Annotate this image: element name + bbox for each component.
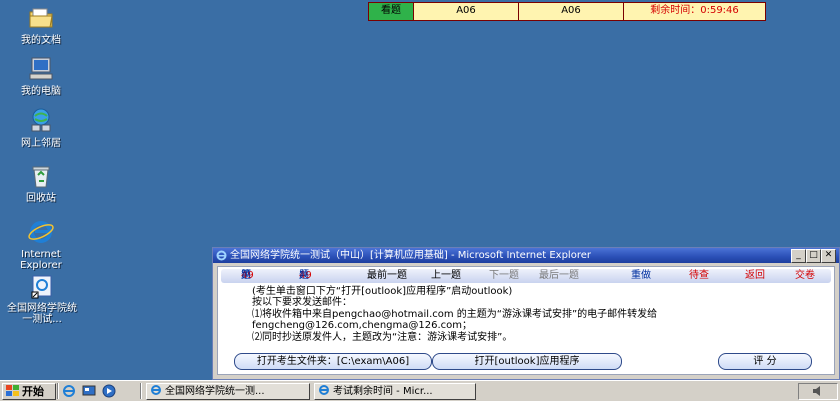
desktop-icon-label: 我的电脑: [21, 86, 61, 97]
close-button[interactable]: ✕: [821, 249, 836, 263]
taskbar-separator: [140, 383, 142, 399]
taskbar-task-label: 考试剩余时间 - Micr...: [333, 386, 433, 397]
start-button[interactable]: 开始: [2, 383, 56, 400]
desktop-icon-exam-shortcut[interactable]: 全国网络学院统一测试...: [4, 272, 80, 325]
remaining-time-label: 剩余时间：: [650, 5, 701, 16]
pending-link[interactable]: 待查: [689, 269, 709, 283]
last-question-link[interactable]: 最后一题: [539, 269, 579, 283]
exam-shortcut-icon: [31, 275, 52, 299]
question-line: ⑴将收件箱中来自pengchao@hotmail.com 的主题为“游泳课考试安…: [252, 308, 658, 320]
internet-explorer-icon: [319, 385, 329, 395]
volume-icon[interactable]: [811, 385, 825, 397]
prev-question-link[interactable]: 上一题: [431, 269, 461, 283]
window-title: 全国网络学院统一测试（中山）[计算机应用基础] - Microsoft Inte…: [230, 250, 591, 261]
question-text: (考生单击窗口下方“打开[outlook]应用程序”启动outlook) 按以下…: [252, 286, 824, 343]
question-line: ⑵同时抄送原发件人，主题改为“注意：游泳课考试安排”。: [252, 331, 513, 343]
desktop-icon-my-documents[interactable]: 我的文档: [5, 4, 77, 46]
question-line: (考生单击窗口下方“打开[outlook]应用程序”启动outlook): [252, 286, 513, 297]
desktop-icon-internet-explorer[interactable]: Internet Explorer: [5, 218, 77, 271]
taskbar-task-label: 全国网络学院统一测...: [165, 386, 265, 397]
question-line: 按以下要求发送邮件：: [252, 297, 352, 309]
remaining-time: 剩余时间：0:59:46: [624, 3, 765, 20]
internet-explorer-icon: [151, 385, 161, 395]
internet-explorer-icon[interactable]: [62, 384, 76, 398]
maximize-button[interactable]: □: [806, 249, 821, 263]
redo-link[interactable]: 重做: [631, 269, 651, 283]
exam-browser-window: 全国网络学院统一测试（中山）[计算机应用基础] - Microsoft Inte…: [212, 247, 840, 380]
score-button[interactable]: 评 分: [718, 353, 812, 370]
exam-status-bar: 看题 A06 A06 剩余时间：0:59:46: [368, 2, 766, 21]
close-icon: ✕: [824, 250, 833, 260]
folder-icon: [29, 8, 53, 28]
total-questions-suffix: 题: [299, 270, 309, 281]
exam-field-1: A06: [414, 3, 519, 20]
open-outlook-button[interactable]: 打开[outlook]应用程序: [432, 353, 622, 370]
remaining-time-value: 0:59:46: [700, 5, 739, 16]
taskbar: 开始 全国网络学院统一测... 考试剩余时间 - Micr...: [0, 380, 840, 401]
show-desktop-icon[interactable]: [82, 384, 96, 398]
desktop-icon-label: 网上邻居: [21, 138, 61, 149]
taskbar-task-timer[interactable]: 考试剩余时间 - Micr...: [314, 383, 476, 400]
recycle-bin-icon: [32, 166, 50, 188]
internet-explorer-icon: [28, 221, 54, 243]
desktop-icon-network[interactable]: 网上邻居: [5, 107, 77, 149]
minimize-icon: _: [796, 250, 801, 260]
internet-explorer-icon: [216, 250, 227, 260]
system-tray: [798, 383, 838, 400]
current-question-suffix: 题: [241, 270, 251, 281]
desktop-icon-label: 回收站: [26, 193, 56, 204]
back-link[interactable]: 返回: [745, 269, 765, 283]
open-exam-folder-button[interactable]: 打开考生文件夹：[C:\exam\A06]: [234, 353, 432, 370]
submit-link[interactable]: 交卷: [795, 269, 815, 283]
desktop-icon-my-computer[interactable]: 我的电脑: [5, 55, 77, 97]
question-nav-bar: 第 49 题 共 49 题 最前一题 上一题 下一题 最后一题 重做 待查 返回 交卷: [221, 269, 831, 283]
exam-field-2: A06: [519, 3, 624, 20]
desktop-icon-label: 我的文档: [21, 35, 61, 46]
desktop-icon-recycle-bin[interactable]: 回收站: [5, 162, 77, 204]
next-question-link[interactable]: 下一题: [489, 269, 519, 283]
taskbar-task-exam[interactable]: 全国网络学院统一测...: [146, 383, 310, 400]
network-icon: [31, 108, 51, 132]
exam-content: 第 49 题 共 49 题 最前一题 上一题 下一题 最后一题 重做 待查 返回 交卷 …: [217, 266, 835, 375]
start-label: 开始: [22, 385, 44, 398]
media-player-icon[interactable]: [102, 384, 116, 398]
desktop-icon-label: Internet Explorer: [20, 249, 62, 271]
computer-icon: [29, 57, 53, 80]
desktop-icon-label: 全国网络学院统一测试...: [7, 303, 77, 325]
minimize-button[interactable]: _: [791, 249, 806, 263]
windows-logo-icon: [6, 385, 19, 396]
window-titlebar[interactable]: 全国网络学院统一测试（中山）[计算机应用基础] - Microsoft Inte…: [213, 248, 839, 263]
first-question-link[interactable]: 最前一题: [367, 269, 407, 283]
maximize-icon: □: [809, 250, 818, 260]
taskbar-separator: [57, 383, 59, 399]
question-line: fengcheng@126.com,chengma@126.com；: [252, 320, 472, 332]
exam-tab-view-question[interactable]: 看题: [369, 3, 414, 20]
